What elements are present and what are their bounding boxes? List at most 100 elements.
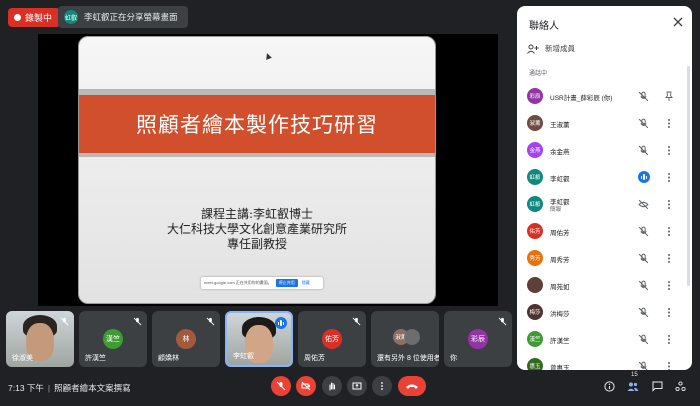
mic-off-icon	[133, 317, 142, 326]
hide-notice-button[interactable]: 隱藏	[302, 280, 310, 286]
more-vert-icon[interactable]	[664, 226, 674, 237]
list-item[interactable]: 惠玉 曾惠玉	[517, 354, 692, 370]
mic-off-icon	[638, 91, 649, 102]
more-vert-icon[interactable]	[664, 361, 674, 370]
more-vert-icon[interactable]	[664, 172, 674, 183]
add-member-button[interactable]: 新增成員	[527, 43, 575, 54]
list-item[interactable]: 梅莎 洪梅莎	[517, 300, 692, 327]
camera-off-icon	[301, 381, 311, 391]
more-vert-icon[interactable]	[664, 199, 674, 210]
more-vert-icon	[381, 382, 383, 390]
list-item[interactable]: 周苑如	[517, 273, 692, 300]
close-icon[interactable]	[672, 16, 684, 28]
participant-avatar: 林	[176, 329, 196, 349]
mic-off-icon	[638, 226, 649, 237]
raise-hand-button[interactable]	[322, 376, 342, 396]
self-tile[interactable]: 彩辰 你	[444, 311, 512, 367]
more-participants-tile[interactable]: 淑薰 還有另外 8 位使用者	[371, 311, 439, 367]
participant-avatar: 梅莎	[527, 304, 543, 320]
list-item[interactable]: 金燕 余金燕	[517, 138, 692, 165]
participant-name: 徐淑美	[12, 355, 33, 362]
more-vert-icon[interactable]	[664, 118, 674, 129]
more-vert-icon[interactable]	[664, 334, 674, 345]
participant-name: 王淑薰	[550, 122, 570, 129]
participant-strip: 徐淑美 漢竺 許漢竺 林 顧嬌林 李虹叡 佑芳 周佑芳 淑薰 還有另外 8 位使…	[6, 311, 518, 367]
add-person-icon	[527, 44, 539, 54]
list-item[interactable]: 淑薰 王淑薰	[517, 111, 692, 138]
participant-name: 曾惠玉	[550, 365, 570, 370]
mic-off-icon	[638, 361, 648, 370]
participant-avatar: 虹叡	[527, 196, 543, 212]
list-item[interactable]: 虹叡 李虹叡 簡報	[517, 192, 692, 219]
list-item[interactable]: 虹叡 李虹叡	[517, 165, 692, 192]
pin-icon[interactable]	[664, 91, 674, 102]
present-icon	[352, 382, 362, 390]
mic-off-icon	[638, 118, 649, 129]
participant-name: 洪梅莎	[550, 311, 570, 318]
participant-name: 周秀芳	[550, 257, 570, 264]
mic-off-icon	[638, 253, 649, 264]
meeting-details-button[interactable]	[601, 378, 617, 394]
participant-photo-avatar	[403, 329, 420, 345]
participant-avatar: 淑薰	[527, 115, 543, 131]
presenter-avatar: 虹叡	[64, 10, 78, 24]
sharing-notice-text: meet.google.com 正在共用你的畫面。	[204, 280, 272, 285]
people-button[interactable]	[625, 378, 641, 394]
activities-icon	[674, 380, 686, 391]
stop-sharing-button[interactable]: 停止共用	[275, 279, 298, 287]
speaking-indicator-icon	[275, 317, 287, 329]
participant-subtitle: 簡報	[550, 207, 562, 213]
mic-off-icon	[638, 145, 649, 156]
list-item[interactable]: 彩辰 USR計畫_薛彩辰 (你)	[517, 84, 692, 111]
more-vert-icon[interactable]	[664, 145, 674, 156]
lecturer-line-1: 課程主講:李虹叡博士	[200, 207, 314, 221]
list-item[interactable]: 秀芳 周秀芳	[517, 246, 692, 273]
activities-button[interactable]	[672, 378, 688, 394]
people-panel: 聯絡人 新增成員 通話中 彩辰 USR計畫_薛彩辰 (你) 淑薰 王淑薰 金燕 …	[517, 6, 692, 370]
participant-name: USR計畫_薛彩辰 (你)	[550, 95, 613, 102]
participant-tile[interactable]: 徐淑美	[6, 311, 74, 367]
chat-button[interactable]	[649, 378, 665, 394]
sharing-notice-bar: meet.google.com 正在共用你的畫面。 停止共用 隱藏	[201, 277, 323, 289]
list-item[interactable]: 佑芳 周佑芳	[517, 219, 692, 246]
panel-scrollbar[interactable]	[687, 66, 690, 286]
participant-tile[interactable]: 佑芳 周佑芳	[298, 311, 366, 367]
in-call-header: 通話中	[529, 71, 548, 77]
mic-toggle-button[interactable]	[271, 376, 291, 396]
more-vert-icon[interactable]	[664, 307, 674, 318]
add-member-label: 新增成員	[545, 44, 575, 53]
camera-toggle-button[interactable]	[296, 376, 316, 396]
more-vert-icon[interactable]	[664, 280, 674, 291]
mic-off-icon	[206, 317, 215, 326]
presenting-banner[interactable]: 虹叡 李虹叡正在分享螢幕畫面	[58, 6, 188, 28]
participant-avatar: 漢竺	[103, 329, 123, 349]
speaking-indicator-icon	[638, 171, 650, 183]
recording-badge[interactable]: 錄製中	[8, 8, 61, 27]
present-screen-button[interactable]	[347, 376, 367, 396]
leave-call-button[interactable]	[398, 376, 426, 396]
participant-tile-speaking[interactable]: 李虹叡	[225, 311, 293, 367]
info-icon	[603, 380, 615, 392]
participant-avatar: 秀芳	[527, 250, 543, 266]
more-vert-icon[interactable]	[664, 253, 674, 264]
participant-tile[interactable]: 林 顧嬌林	[152, 311, 220, 367]
hang-up-icon	[406, 384, 418, 389]
mic-off-icon	[498, 317, 507, 326]
slide-band-bottom	[79, 153, 435, 157]
more-options-button[interactable]	[372, 376, 392, 396]
participant-avatar: 佑芳	[527, 223, 543, 239]
participant-name: 周苑如	[550, 284, 570, 291]
participant-name: 周佑芳	[304, 355, 325, 362]
participant-avatar: 彩辰	[527, 88, 543, 104]
hand-icon	[329, 382, 336, 391]
participant-name: 李虹叡	[233, 353, 254, 360]
top-bar: 錄製中 虹叡 李虹叡正在分享螢幕畫面	[0, 0, 516, 34]
bottom-bar: 7:13 下午 | 照顧者繪本文案撰寫 15	[0, 372, 700, 406]
participant-name: 余金燕	[550, 149, 570, 156]
record-dot-icon	[14, 14, 21, 21]
participant-tile[interactable]: 漢竺 許漢竺	[79, 311, 147, 367]
list-item[interactable]: 漢竺 許漢竺	[517, 327, 692, 354]
mouse-cursor-icon	[264, 52, 272, 60]
participant-avatar: 金燕	[527, 142, 543, 158]
meeting-info: 7:13 下午 | 照顧者繪本文案撰寫	[8, 383, 131, 393]
